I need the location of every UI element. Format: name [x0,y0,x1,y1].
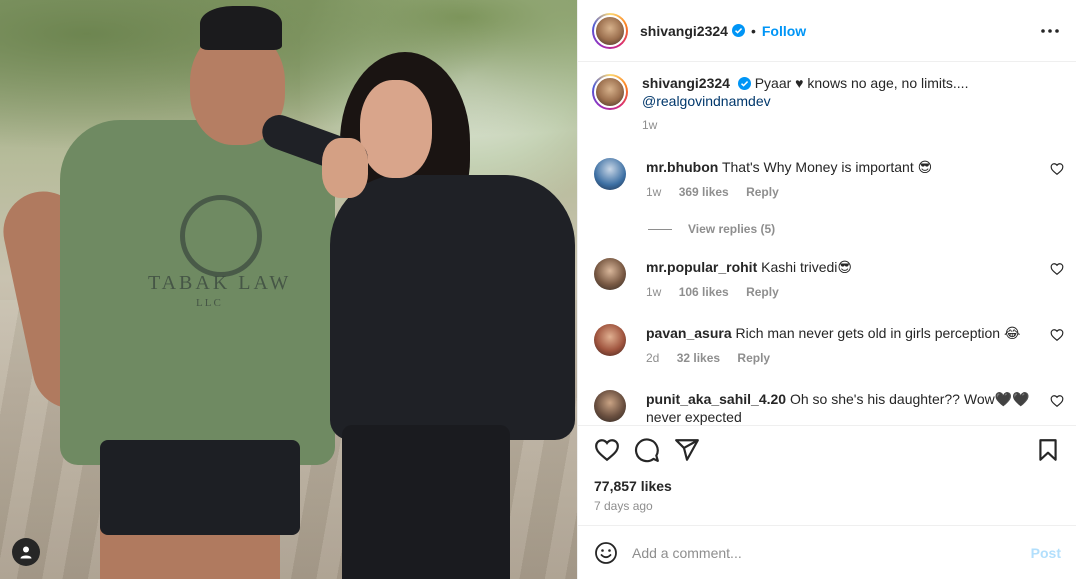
photo-shirt-subtext: LLC [196,297,223,309]
photo-woman-legs [342,425,510,579]
comment-time: 1w [646,185,662,199]
comment-time: 2d [646,351,660,365]
comment-like-icon[interactable] [1050,262,1064,276]
commenter-username[interactable]: mr.popular_rohit [646,259,757,275]
verified-badge-icon [737,77,751,90]
caption-author[interactable]: shivangi2324 [642,75,730,91]
commenter-avatar[interactable] [594,390,626,422]
comment-reply-button[interactable]: Reply [746,185,779,199]
comment-like-icon[interactable] [1050,328,1064,342]
comment-reply-button[interactable]: Reply [746,285,779,299]
comment-item: mr.bhubon That's Why Money is important … [594,158,1064,201]
share-icon[interactable] [674,437,700,463]
header-separator: • [750,22,756,39]
emoji-icon[interactable] [594,541,618,565]
commenter-avatar[interactable] [594,258,626,290]
caption-mention-link[interactable]: @realgovindnamdev [642,93,771,109]
comment-item: mr.popular_rohit Kashi trivedi😎 1w 106 l… [594,258,1064,301]
commenter-avatar[interactable] [594,324,626,356]
add-comment-bar: Post [578,525,1076,579]
comment-text: Rich man never gets old in girls percept… [735,325,1021,341]
comment-icon[interactable] [634,437,660,463]
likes-count[interactable]: 77,857 likes [594,478,672,494]
verified-badge-icon [731,24,745,37]
comment-likes[interactable]: 106 likes [679,285,729,299]
post-caption: shivangi2324 Pyaar ♥ knows no age, no li… [592,74,1042,134]
commenter-username[interactable]: punit_aka_sahil_4.20 [646,391,786,407]
post-details-panel: shivangi2324 • Follow shivangi2324 Pyaar… [577,0,1076,579]
photo-woman-hand [322,138,368,198]
commenter-username[interactable]: mr.bhubon [646,159,718,175]
post-comment-button[interactable]: Post [1031,545,1061,561]
comment-likes[interactable]: 369 likes [679,185,729,199]
comment-like-icon[interactable] [1050,162,1064,176]
comment-input[interactable] [632,544,1012,561]
comment-time: 1w [646,285,662,299]
post-header: shivangi2324 • Follow [578,0,1076,62]
photo-shirt-logo [180,195,262,277]
more-options-button[interactable] [1039,20,1061,42]
post-timestamp: 7 days ago [594,499,653,513]
post-photo[interactable]: TABAK LAW LLC [0,0,577,579]
view-replies-line [648,228,672,230]
comment-likes[interactable]: 32 likes [677,351,720,365]
comment-like-icon[interactable] [1050,394,1064,408]
photo-woman-jacket [330,175,575,440]
post-actions: 77,857 likes 7 days ago [578,425,1076,535]
bookmark-icon[interactable] [1035,437,1061,463]
commenter-avatar[interactable] [594,158,626,190]
photo-man-cap [200,6,282,50]
user-tag-button[interactable] [12,538,40,566]
comment-item: pavan_asura Rich man never gets old in g… [594,324,1064,367]
caption-author-avatar[interactable] [592,74,628,110]
commenter-username[interactable]: pavan_asura [646,325,732,341]
view-replies-label: View replies (5) [688,222,776,236]
caption-text: Pyaar ♥ knows no age, no limits.... [754,75,969,91]
caption-time: 1w [642,118,658,132]
user-tag-icon [20,546,32,559]
view-replies-button[interactable]: View replies (5) [648,222,775,236]
author-avatar[interactable] [592,12,628,49]
photo-man-shorts [100,440,300,535]
comments-list[interactable]: shivangi2324 Pyaar ♥ knows no age, no li… [578,62,1076,425]
comment-text: That's Why Money is important 😎 [721,159,933,175]
comment-item: punit_aka_sahil_4.20 Oh so she's his dau… [594,390,1064,425]
comment-text: Kashi trivedi😎 [761,259,852,275]
heart-icon[interactable] [594,437,620,463]
more-options-icon [1041,29,1059,33]
photo-shirt-text: TABAK LAW [148,272,292,294]
comment-reply-button[interactable]: Reply [737,351,770,365]
author-username[interactable]: shivangi2324 [640,23,728,39]
follow-button[interactable]: Follow [762,23,806,39]
photo-woman-face [360,80,432,178]
